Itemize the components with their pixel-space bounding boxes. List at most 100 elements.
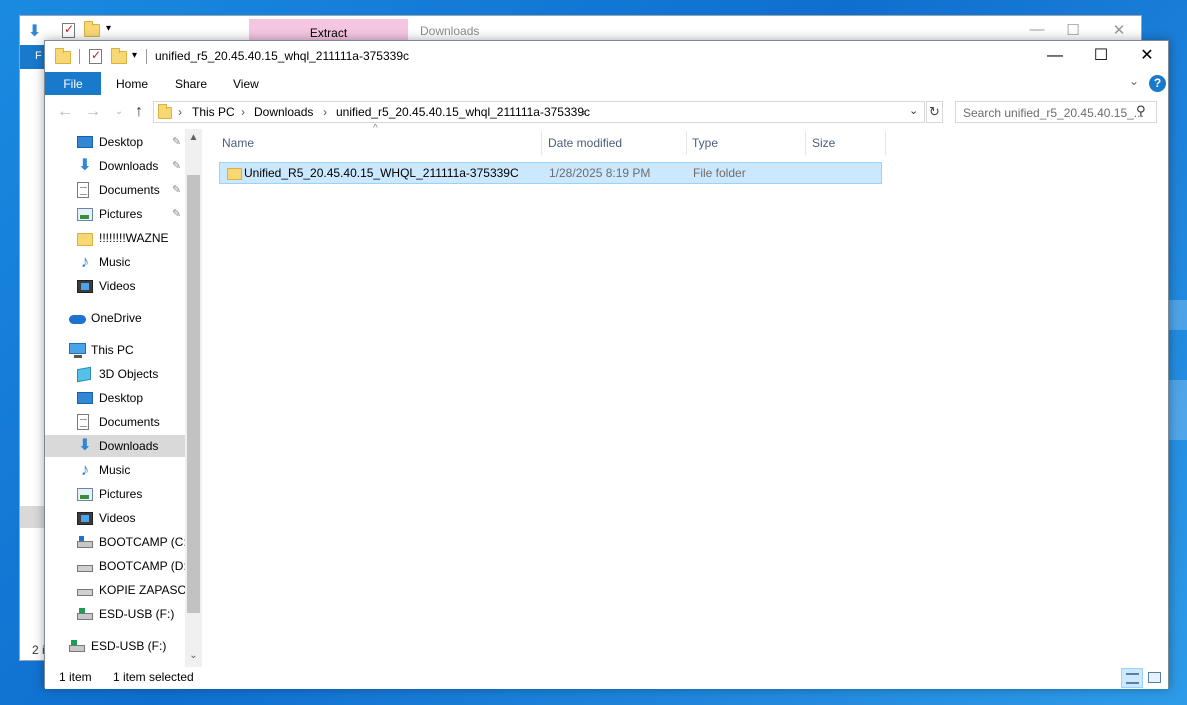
column-header-name[interactable]: Name bbox=[222, 129, 254, 156]
new-folder-icon[interactable] bbox=[111, 48, 127, 65]
properties-icon[interactable] bbox=[62, 22, 78, 39]
column-header-date-modified[interactable]: Date modified bbox=[548, 129, 622, 156]
sidebar-item-bootcamp-d[interactable]: BOOTCAMP (D:) bbox=[45, 555, 185, 577]
sidebar-item-videos[interactable]: Videos bbox=[45, 275, 185, 297]
usb-drive-icon bbox=[69, 640, 85, 652]
maximize-button[interactable]: ☐ bbox=[1078, 41, 1124, 72]
forward-arrow-icon[interactable]: → bbox=[83, 103, 103, 123]
titlebar[interactable]: ▾ unified_r5_20.45.40.15_whql_211111a-37… bbox=[45, 41, 1168, 72]
sidebar-item-pictures[interactable]: Pictures ✎ bbox=[45, 203, 185, 225]
scroll-down-icon[interactable]: ⌄ bbox=[185, 647, 202, 664]
column-divider[interactable] bbox=[541, 131, 542, 155]
sidebar-item-kopie-zapasow[interactable]: KOPIE ZAPASOW bbox=[45, 579, 185, 601]
refresh-icon[interactable]: ↻ bbox=[926, 101, 943, 123]
properties-icon[interactable] bbox=[89, 48, 105, 65]
desktop-icon bbox=[77, 392, 93, 404]
sidebar-item-downloads[interactable]: ⬇ Downloads ✎ bbox=[45, 155, 185, 177]
breadcrumb-current-folder[interactable]: unified_r5_20.45.40.15_whql_211111a-3753… bbox=[336, 105, 590, 119]
breadcrumb-downloads[interactable]: Downloads bbox=[254, 105, 313, 119]
pin-icon: ✎ bbox=[172, 160, 182, 172]
sidebar-item-label: ESD-USB (F:) bbox=[91, 639, 167, 653]
sidebar-item-music[interactable]: ♪ Music bbox=[45, 251, 185, 273]
document-icon bbox=[77, 414, 89, 430]
this-pc-icon bbox=[69, 343, 86, 358]
pin-icon: ✎ bbox=[172, 136, 182, 148]
up-arrow-icon[interactable]: ↑ bbox=[129, 103, 149, 123]
sidebar-item-label: This PC bbox=[91, 343, 134, 357]
bg-close-button[interactable]: ✕ bbox=[1104, 21, 1134, 41]
navigation-pane[interactable]: Desktop ✎ ⬇ Downloads ✎ Documents ✎ Pictures ✎!!… bbox=[45, 129, 202, 667]
breadcrumb-separator[interactable]: › bbox=[323, 105, 327, 119]
windows-drive-icon bbox=[77, 536, 93, 548]
expand-ribbon-chevron-icon[interactable]: ⌄ bbox=[1129, 74, 1139, 88]
sidebar-item-esd-usb-f[interactable]: ESD-USB (F:) bbox=[45, 635, 185, 657]
sidebar-item-3d-objects[interactable]: 3D Objects bbox=[45, 363, 185, 385]
nav-scrollbar[interactable]: ▲ ⌄ bbox=[185, 129, 202, 667]
bg-minimize-button[interactable]: — bbox=[1022, 21, 1052, 41]
sidebar-item-label: Videos bbox=[99, 511, 136, 525]
file-name[interactable]: Unified_R5_20.45.40.15_WHQL_211111a-3753… bbox=[244, 166, 519, 180]
sidebar-item-label: OneDrive bbox=[91, 311, 142, 325]
sidebar-item-videos[interactable]: Videos bbox=[45, 507, 185, 529]
breadcrumb-this-pc[interactable]: This PC bbox=[192, 105, 235, 119]
sidebar-item-wazne[interactable]: !!!!!!!!WAZNE bbox=[45, 227, 185, 249]
sidebar-item-desktop[interactable]: Desktop ✎ bbox=[45, 131, 185, 153]
sidebar-item-documents[interactable]: Documents ✎ bbox=[45, 179, 185, 201]
minimize-button[interactable]: — bbox=[1032, 41, 1078, 72]
status-bar: 1 item 1 item selected bbox=[45, 667, 1168, 689]
breadcrumb-separator[interactable]: › bbox=[582, 105, 586, 119]
bg-file-tab[interactable]: F bbox=[20, 45, 46, 69]
tab-home[interactable]: Home bbox=[116, 72, 148, 95]
recent-locations-chevron-icon[interactable]: ⌄ bbox=[109, 103, 129, 123]
column-divider[interactable] bbox=[686, 131, 687, 155]
search-icon[interactable]: ⚲ bbox=[1136, 103, 1146, 119]
sidebar-item-label: Desktop bbox=[99, 135, 144, 149]
search-input[interactable]: Search unified_r5_20.45.40.15_... bbox=[955, 101, 1157, 123]
column-divider[interactable] bbox=[805, 131, 806, 155]
address-dropdown-icon[interactable]: ⌄ bbox=[909, 104, 918, 117]
sidebar-item-bootcamp-c[interactable]: BOOTCAMP (C:) bbox=[45, 531, 185, 553]
desktop-icon bbox=[77, 136, 93, 148]
back-arrow-icon[interactable]: ← bbox=[55, 103, 75, 123]
sidebar-item-music[interactable]: ♪ Music bbox=[45, 459, 185, 481]
scroll-up-icon[interactable]: ▲ bbox=[185, 129, 202, 146]
file-date: 1/28/2025 8:19 PM bbox=[549, 166, 651, 180]
sidebar-item-label: ESD-USB (F:) bbox=[99, 607, 175, 621]
folder-icon bbox=[158, 104, 172, 119]
tab-view[interactable]: View bbox=[233, 72, 259, 95]
breadcrumb-separator[interactable]: › bbox=[241, 105, 245, 119]
tab-share[interactable]: Share bbox=[175, 72, 207, 95]
download-arrow-icon: ⬇ bbox=[28, 23, 42, 40]
sidebar-item-onedrive[interactable]: OneDrive bbox=[45, 307, 185, 329]
details-view-button[interactable] bbox=[1121, 668, 1143, 688]
explorer-window[interactable]: ▾ unified_r5_20.45.40.15_whql_211111a-37… bbox=[44, 40, 1169, 689]
bg-status-text: 2 i bbox=[32, 643, 45, 657]
sidebar-item-pictures[interactable]: Pictures bbox=[45, 483, 185, 505]
bg-maximize-button[interactable]: ☐ bbox=[1058, 21, 1088, 41]
address-bar[interactable]: › This PC › Downloads › unified_r5_20.45… bbox=[153, 101, 925, 123]
window-title: unified_r5_20.45.40.15_whql_211111a-3753… bbox=[155, 49, 409, 63]
quick-access-dropdown-icon[interactable]: ▾ bbox=[132, 50, 137, 61]
column-divider[interactable] bbox=[885, 131, 886, 155]
wallpaper-highlight bbox=[1168, 380, 1187, 440]
column-header-size[interactable]: Size bbox=[812, 129, 835, 156]
sidebar-item-documents[interactable]: Documents bbox=[45, 411, 185, 433]
new-folder-icon[interactable] bbox=[84, 21, 100, 38]
breadcrumb-separator[interactable]: › bbox=[178, 105, 182, 119]
close-button[interactable]: ✕ bbox=[1124, 41, 1170, 72]
quick-access-dropdown-icon[interactable]: ▾ bbox=[106, 23, 111, 34]
sidebar-item-label: Documents bbox=[99, 183, 160, 197]
hard-drive-icon bbox=[77, 589, 93, 596]
sidebar-item-downloads[interactable]: ⬇ Downloads bbox=[45, 435, 185, 457]
column-header-type[interactable]: Type bbox=[692, 129, 718, 156]
sidebar-item-esd-usb-f[interactable]: ESD-USB (F:) bbox=[45, 603, 185, 625]
scroll-thumb[interactable] bbox=[187, 175, 200, 613]
file-list[interactable]: ^ Name Date modified Type Size Unified_R… bbox=[217, 123, 1167, 667]
sidebar-item-this-pc[interactable]: This PC bbox=[45, 339, 185, 361]
sidebar-item-label: BOOTCAMP (C:) bbox=[99, 535, 185, 549]
large-icons-view-button[interactable] bbox=[1144, 668, 1166, 688]
file-tab[interactable]: File bbox=[45, 72, 101, 95]
sidebar-item-desktop[interactable]: Desktop bbox=[45, 387, 185, 409]
help-button[interactable]: ? bbox=[1149, 75, 1166, 92]
table-row[interactable]: Unified_R5_20.45.40.15_WHQL_211111a-3753… bbox=[219, 162, 882, 184]
